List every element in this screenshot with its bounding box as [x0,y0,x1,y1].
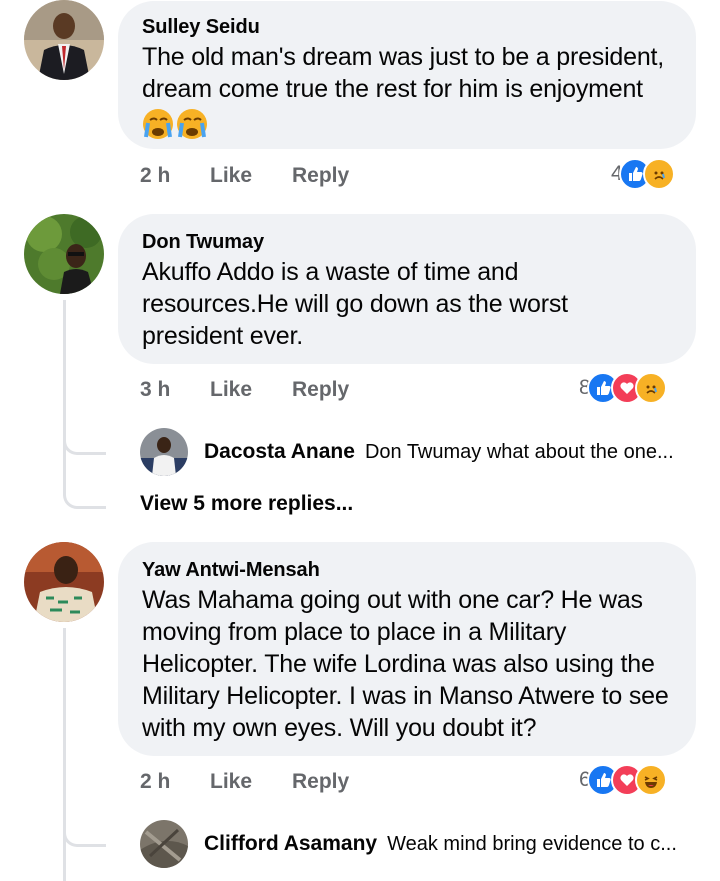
comment-author[interactable]: Yaw Antwi-Mensah [142,556,672,584]
crying-face-icon [177,109,207,139]
reply-thread-line [63,628,66,881]
like-button[interactable]: Like [210,770,252,794]
comment-text: Akuffo Addo is a waste of time and resou… [142,258,568,350]
comment-bubble: Don Twumay Akuffo Addo is a waste of tim… [118,214,696,364]
avatar-dacosta-anane[interactable] [140,428,188,476]
comment-time[interactable]: 3 h [140,378,170,402]
sad-reaction-icon [634,372,667,404]
reply-author[interactable]: Dacosta Anane [204,440,355,464]
view-more-replies-link[interactable]: View 5 more replies... [140,492,353,516]
reply-preview[interactable]: Clifford Asamany Weak mind bring evidenc… [204,832,677,856]
reaction-summary[interactable]: 4 [611,158,675,190]
comment-author[interactable]: Don Twumay [142,228,672,256]
comment-text: The old man's dream was just to be a pre… [142,43,665,103]
like-button[interactable]: Like [210,378,252,402]
reply-preview[interactable]: Dacosta Anane Don Twumay what about the … [204,440,674,464]
comment-time[interactable]: 2 h [140,770,170,794]
avatar-sulley-seidu[interactable] [24,0,104,80]
avatar-don-twumay[interactable] [24,214,104,294]
comment-emojis [142,107,672,141]
reply-text: Don Twumay what about the one... [364,440,674,463]
crying-face-icon [143,109,173,139]
haha-reaction-icon [634,764,667,796]
reply-button[interactable]: Reply [292,164,349,188]
reply-button[interactable]: Reply [292,378,349,402]
comment-bubble: Yaw Antwi-Mensah Was Mahama going out wi… [118,542,696,756]
reaction-summary[interactable]: 6 [579,764,667,796]
reply-button[interactable]: Reply [292,770,349,794]
comment-author[interactable]: Sulley Seidu [142,13,672,41]
reply-author[interactable]: Clifford Asamany [204,832,377,856]
like-button[interactable]: Like [210,164,252,188]
comment-bubble: Sulley Seidu The old man's dream was jus… [118,1,696,149]
reply-connector [63,484,106,509]
reply-connector [63,430,106,455]
reply-thread-line [63,300,66,490]
sad-reaction-icon [642,158,675,190]
avatar-clifford-asamany[interactable] [140,820,188,868]
reply-text: Weak mind bring evidence to c... [387,832,677,855]
reply-connector [63,822,106,847]
reaction-summary[interactable]: 8 [579,372,667,404]
avatar-yaw-antwi-mensah[interactable] [24,542,104,622]
comment-time[interactable]: 2 h [140,164,170,188]
comment-text: Was Mahama going out with one car? He wa… [142,586,669,742]
